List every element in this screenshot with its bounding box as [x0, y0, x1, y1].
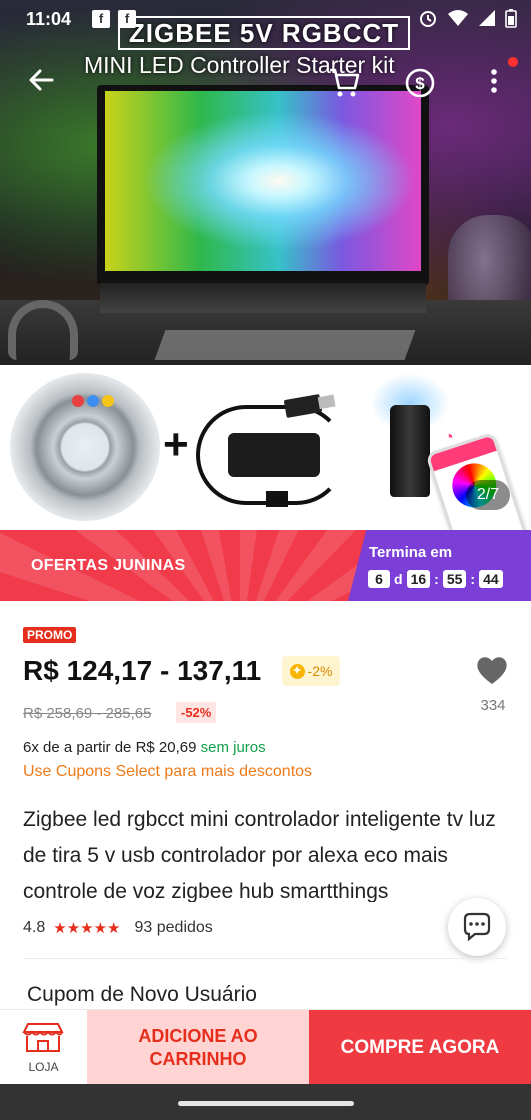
discount-badge: -52%: [176, 702, 217, 723]
orders-count: 93 pedidos: [134, 919, 213, 936]
product-kit-image[interactable]: + ◔ 2/7: [0, 365, 531, 530]
dollar-icon: $: [405, 68, 435, 98]
promo-badge: PROMO: [23, 627, 77, 643]
countdown-panel: [348, 530, 531, 601]
countdown-separator: :: [470, 571, 476, 587]
coin-discount-badge[interactable]: ✦ -2%: [282, 656, 340, 686]
heart-icon: [477, 657, 507, 684]
wishlist-count: 334: [480, 697, 506, 714]
hero-title-line2: MINI LED Controller Starter kit: [84, 52, 395, 78]
back-arrow-icon: [29, 69, 54, 91]
cart-icon: [330, 68, 360, 97]
add-to-cart-button[interactable]: ADICIONE AO CARRINHO: [87, 1010, 309, 1085]
promo-banner-label: OFERTAS JUNINAS: [31, 557, 186, 574]
original-price: R$ 258,69 - 285,65: [23, 705, 152, 722]
monitor-base: [100, 283, 426, 313]
countdown-minutes: 55: [442, 570, 467, 588]
installments-text: 6x de a partir de R$ 20,69: [23, 739, 197, 756]
rating-row[interactable]: 4.8 ★★★★★ 93 pedidos: [23, 919, 213, 937]
rating-stars-icon: ★★★★★: [53, 920, 121, 937]
countdown-seconds: 44: [479, 570, 503, 588]
back-button[interactable]: [24, 62, 60, 98]
price-range: R$ 124,17 - 137,11: [23, 655, 262, 686]
product-hero-image[interactable]: ZIGBEE 5V RGBCCT MINI LED Controller Sta…: [0, 0, 531, 365]
buy-now-button[interactable]: COMPRE AGORA: [309, 1010, 531, 1085]
svg-text:$: $: [415, 74, 425, 93]
bottom-action-bar: LOJA ADICIONE AO CARRINHO COMPRE AGORA: [0, 1009, 531, 1085]
cart-button[interactable]: [326, 64, 362, 100]
store-icon: [22, 1023, 64, 1052]
image-counter: 2/7: [466, 480, 510, 510]
coins-button[interactable]: $: [402, 64, 438, 100]
keyboard-decoration: [154, 330, 416, 360]
countdown-label: Termina em: [369, 544, 453, 561]
section-divider: [23, 958, 507, 959]
status-time: 11:04: [26, 9, 72, 29]
more-options-button[interactable]: [482, 64, 506, 100]
signal-icon: [478, 9, 496, 32]
monitor-image: [97, 85, 429, 285]
countdown-separator: :: [434, 571, 439, 587]
monitor-screen: [105, 91, 421, 271]
coin-discount-value: -2%: [307, 663, 333, 679]
installments-info: 6x de a partir de R$ 20,69 sem juros: [23, 739, 266, 756]
installments-free-text: sem juros: [200, 739, 266, 756]
countdown-days-unit: d: [394, 571, 403, 587]
system-navigation-bar: [0, 1084, 531, 1120]
rating-value: 4.8: [23, 919, 46, 936]
store-button[interactable]: LOJA: [0, 1010, 87, 1085]
connector-image: [266, 491, 288, 507]
countdown-days: 6: [368, 570, 390, 588]
countdown-hours: 16: [406, 570, 431, 588]
facebook-icon: f: [92, 10, 110, 28]
plus-icon: +: [163, 420, 189, 469]
chat-bubble-icon: [463, 912, 491, 942]
wifi-signal-icon: ◔: [444, 429, 454, 446]
status-icons: [418, 8, 517, 33]
alarm-icon: [418, 8, 438, 33]
store-label: LOJA: [28, 1060, 59, 1074]
facebook-notification-icon: f: [118, 10, 136, 28]
battery-icon: [505, 8, 517, 33]
more-vertical-icon: [491, 69, 497, 93]
new-user-coupon-title: Cupom de Novo Usuário: [27, 983, 257, 1006]
led-strip-reel-image: [10, 373, 160, 521]
coupon-link[interactable]: Use Cupons Select para mais descontos: [23, 763, 312, 781]
reel-color-dots: [72, 395, 114, 407]
controller-image: [228, 433, 320, 477]
wishlist-button[interactable]: [474, 652, 510, 688]
product-title: Zigbee led rgbcct mini controlador intel…: [23, 808, 496, 902]
status-bar: 11:04 f f: [0, 0, 531, 38]
promo-banner[interactable]: OFERTAS JUNINAS Termina em: [0, 530, 531, 601]
coin-icon: ✦: [289, 663, 305, 679]
notification-dot: [508, 57, 518, 67]
home-gesture-pill[interactable]: [178, 1101, 354, 1106]
countdown-timer: 6 d 16 : 55 : 44: [368, 570, 503, 588]
echo-speaker-image: [390, 405, 430, 497]
chat-button[interactable]: [448, 898, 506, 956]
wifi-icon: [447, 9, 469, 32]
